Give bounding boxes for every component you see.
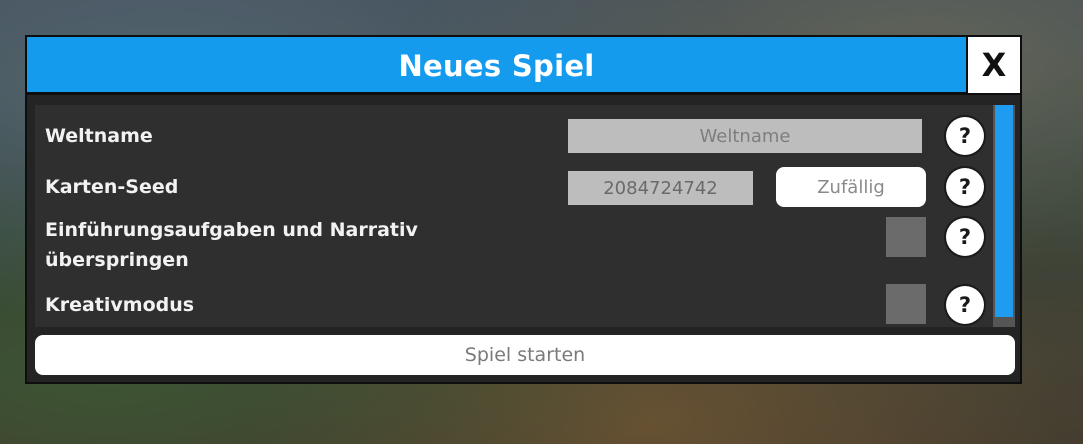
creative-mode-help-button[interactable]: ? bbox=[946, 286, 984, 324]
new-game-dialog: Neues Spiel X Weltname Weltname ? Karten… bbox=[25, 35, 1022, 384]
skip-intro-row: Einführungsaufgaben und Narrativ überspr… bbox=[35, 213, 993, 279]
dialog-title: Neues Spiel bbox=[398, 49, 595, 83]
skip-intro-label-line2: überspringen bbox=[45, 249, 189, 271]
settings-scrollbar[interactable] bbox=[993, 105, 1015, 327]
settings-list: Weltname Weltname ? Karten-Seed 20847247… bbox=[35, 105, 993, 327]
random-seed-button[interactable]: Zufällig bbox=[776, 167, 926, 207]
skip-intro-checkbox[interactable] bbox=[886, 217, 926, 257]
dialog-titlebar: Neues Spiel X bbox=[27, 37, 1020, 95]
scrollbar-thumb[interactable] bbox=[995, 105, 1013, 317]
map-seed-input[interactable]: 2084724742 bbox=[568, 171, 753, 205]
close-button[interactable]: X bbox=[966, 37, 1020, 93]
map-seed-help-button[interactable]: ? bbox=[946, 168, 984, 206]
map-seed-label: Karten-Seed bbox=[45, 176, 179, 198]
skip-intro-label-line1: Einführungsaufgaben und Narrativ bbox=[45, 219, 418, 241]
creative-mode-checkbox[interactable] bbox=[886, 284, 926, 324]
world-name-help-button[interactable]: ? bbox=[946, 117, 984, 155]
world-name-row: Weltname Weltname ? bbox=[35, 105, 993, 167]
skip-intro-help-button[interactable]: ? bbox=[946, 218, 984, 256]
start-game-button[interactable]: Spiel starten bbox=[35, 335, 1015, 375]
creative-mode-label: Kreativmodus bbox=[45, 294, 195, 316]
creative-mode-row: Kreativmodus ? bbox=[35, 283, 993, 327]
map-seed-row: Karten-Seed 2084724742 Zufällig ? bbox=[35, 167, 993, 211]
world-name-label: Weltname bbox=[45, 125, 153, 147]
world-name-input[interactable]: Weltname bbox=[568, 119, 922, 153]
